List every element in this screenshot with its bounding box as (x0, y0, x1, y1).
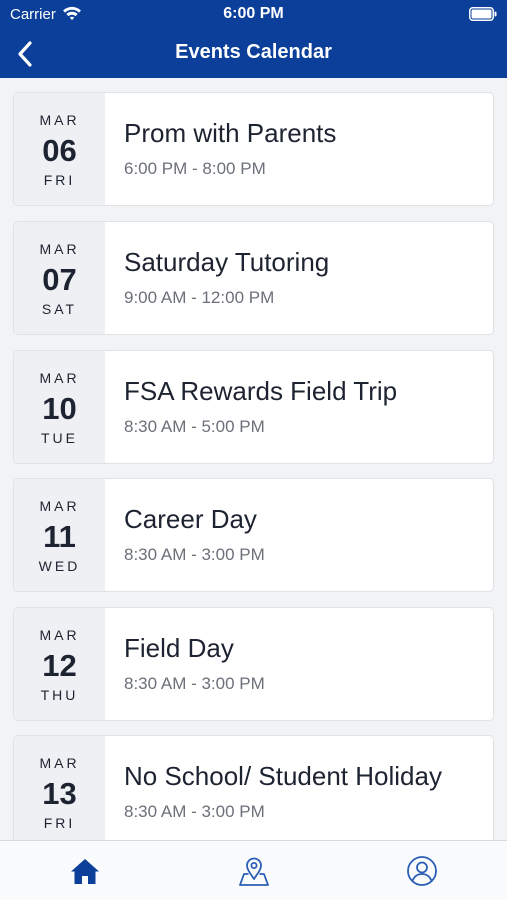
battery-icon (469, 7, 497, 21)
event-card[interactable]: MAR 07 SAT Saturday Tutoring 9:00 AM - 1… (13, 221, 494, 335)
event-card[interactable]: MAR 12 THU Field Day 8:30 AM - 3:00 PM (13, 607, 494, 721)
nav-bar: Events Calendar (0, 30, 507, 78)
event-title: No School/ Student Holiday (124, 761, 442, 791)
page-title: Events Calendar (175, 41, 332, 63)
event-title: Field Day (124, 633, 234, 663)
date-box: MAR 11 WED (14, 479, 105, 591)
event-title: Career Day (124, 504, 257, 534)
event-day: 11 (43, 519, 76, 554)
event-day: 06 (42, 133, 77, 168)
event-month: MAR (39, 498, 80, 514)
event-time: 9:00 AM - 12:00 PM (124, 288, 275, 307)
event-weekday: FRI (43, 172, 76, 188)
event-time: 8:30 AM - 3:00 PM (124, 802, 265, 821)
date-box: MAR 07 SAT (14, 222, 105, 334)
event-weekday: FRI (43, 815, 76, 831)
event-card[interactable]: MAR 06 FRI Prom with Parents 6:00 PM - 8… (13, 92, 494, 206)
date-box: MAR 12 THU (14, 608, 105, 720)
event-list[interactable]: MAR 06 FRI Prom with Parents 6:00 PM - 8… (0, 78, 507, 840)
event-month: MAR (39, 241, 80, 257)
profile-icon (407, 856, 437, 886)
clock: 6:00 PM (223, 5, 284, 22)
tab-locations[interactable] (236, 853, 272, 889)
event-month: MAR (39, 112, 80, 128)
event-card[interactable]: MAR 11 WED Career Day 8:30 AM - 3:00 PM (13, 478, 494, 592)
date-box: MAR 10 TUE (14, 351, 105, 463)
event-month: MAR (39, 370, 80, 386)
event-card[interactable]: MAR 13 FRI No School/ Student Holiday 8:… (13, 735, 494, 840)
event-time: 8:30 AM - 5:00 PM (124, 417, 265, 436)
event-month: MAR (39, 627, 80, 643)
event-title: Saturday Tutoring (124, 247, 330, 277)
date-box: MAR 13 FRI (14, 736, 105, 840)
event-title: Prom with Parents (124, 118, 337, 148)
event-time: 8:30 AM - 3:00 PM (124, 545, 265, 564)
event-title: FSA Rewards Field Trip (124, 376, 398, 406)
event-month: MAR (39, 755, 80, 771)
event-card[interactable]: MAR 10 TUE FSA Rewards Field Trip 8:30 A… (13, 350, 494, 464)
event-time: 8:30 AM - 3:00 PM (124, 674, 265, 693)
map-pin-icon (239, 857, 269, 886)
date-box: MAR 06 FRI (14, 93, 105, 205)
event-weekday: SAT (41, 301, 78, 317)
home-icon (71, 859, 99, 884)
event-day: 10 (42, 391, 77, 426)
event-weekday: THU (40, 687, 79, 703)
event-day: 07 (42, 262, 77, 297)
status-bar: Carrier 6:00 PM (0, 0, 507, 30)
event-time: 6:00 PM - 8:00 PM (124, 159, 266, 178)
event-day: 13 (42, 776, 77, 811)
event-weekday: WED (38, 558, 81, 574)
tab-profile[interactable] (404, 853, 440, 889)
event-day: 12 (42, 648, 77, 683)
tab-bar (0, 840, 507, 900)
event-weekday: TUE (41, 430, 78, 446)
tab-home[interactable] (67, 853, 103, 889)
